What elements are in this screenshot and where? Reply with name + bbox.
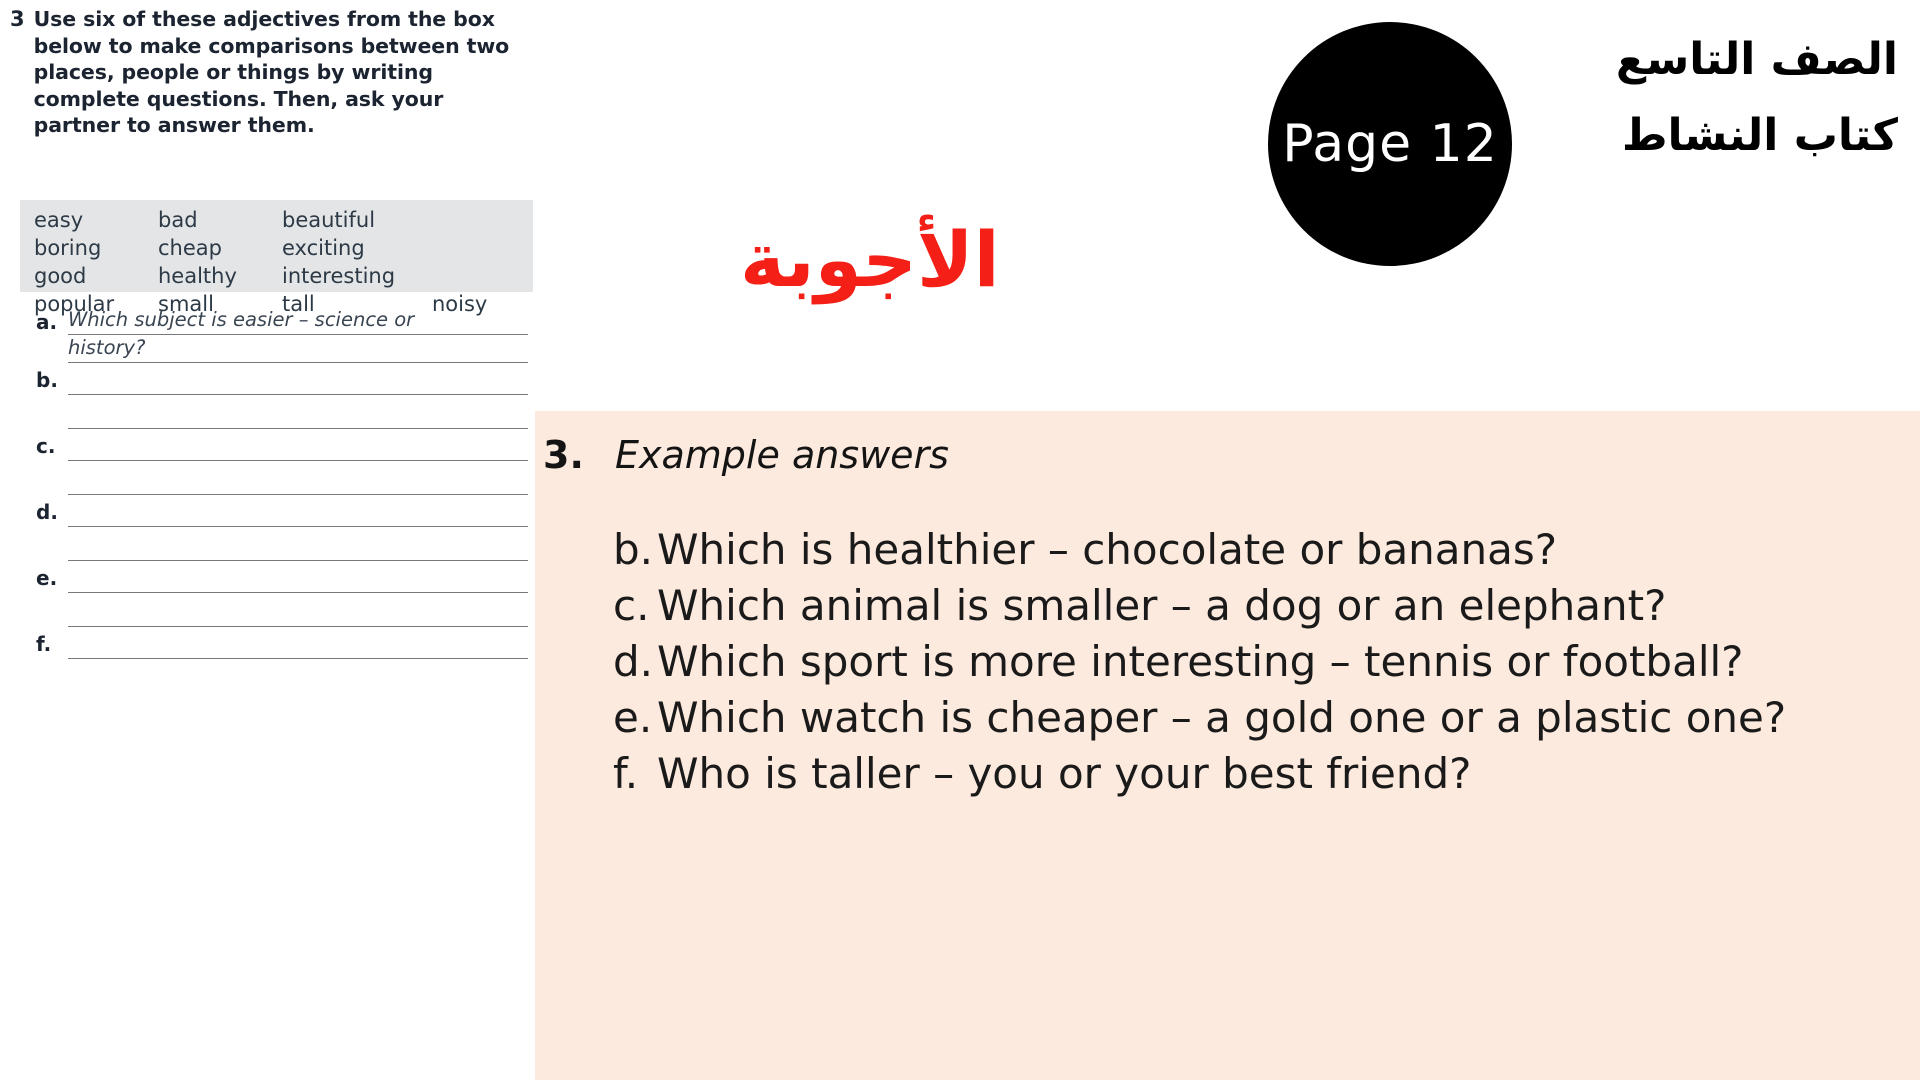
answer-panel-item-text: Which is healthier – chocolate or banana… xyxy=(657,525,1558,574)
answer-panel-item: c. Which animal is smaller – a dog or an… xyxy=(613,579,1913,633)
answer-handwriting-a-line1: Which subject is easier – science or xyxy=(68,308,415,331)
answer-panel-item: f. Who is taller – you or your best frie… xyxy=(613,747,1913,801)
answer-label: a. xyxy=(36,310,58,334)
answer-rule[interactable] xyxy=(68,362,528,363)
answer-label: d. xyxy=(36,500,58,524)
word-box-cell: beautiful xyxy=(282,208,376,232)
answer-label: b. xyxy=(36,368,58,392)
answer-panel-list: b. Which is healthier – chocolate or ban… xyxy=(613,523,1913,803)
word-box-cell: bad xyxy=(158,208,198,232)
answer-rule[interactable] xyxy=(68,626,528,627)
answer-panel-title: Example answers xyxy=(615,433,949,477)
answer-rule[interactable] xyxy=(68,592,528,593)
answer-panel-item: b. Which is healthier – chocolate or ban… xyxy=(613,523,1913,577)
word-box-cell: cheap xyxy=(158,236,222,260)
answer-rule[interactable] xyxy=(68,658,528,659)
answer-label: f. xyxy=(36,632,52,656)
page-badge-label: Page 12 xyxy=(1282,114,1498,174)
answer-panel-heading: 3. Example answers xyxy=(543,433,949,477)
answer-rule[interactable] xyxy=(68,334,528,335)
workbook-column: 3 Use six of these adjectives from the b… xyxy=(0,0,535,1080)
answer-panel-item-text: Who is taller – you or your best friend? xyxy=(657,749,1472,798)
grade-heading: الصف التاسع xyxy=(1615,34,1898,85)
answer-panel-item-label: c. xyxy=(613,581,650,630)
exercise-instructions: Use six of these adjectives from the box… xyxy=(33,7,510,137)
answer-panel-item-text: Which sport is more interesting – tennis… xyxy=(657,637,1744,686)
exercise-number: 3 xyxy=(10,7,25,31)
answer-rule[interactable] xyxy=(68,394,528,395)
worksheet-page: 3 Use six of these adjectives from the b… xyxy=(0,0,1920,1080)
answer-rule[interactable] xyxy=(68,460,528,461)
answer-panel-item-label: f. xyxy=(613,749,639,798)
word-box-cell: exciting xyxy=(282,236,365,260)
answer-panel-number: 3. xyxy=(543,433,584,477)
word-box-row: easy bad beautiful xyxy=(34,206,533,234)
answer-panel-item-label: e. xyxy=(613,693,653,742)
answer-rule[interactable] xyxy=(68,560,528,561)
word-box-cell: healthy xyxy=(158,264,237,288)
answer-panel-item-text: Which watch is cheaper – a gold one or a… xyxy=(657,693,1787,742)
word-box-cell: good xyxy=(34,264,87,288)
exercise-heading: 3 Use six of these adjectives from the b… xyxy=(8,6,533,139)
word-box-row: good healthy interesting xyxy=(34,262,533,290)
answer-panel-item-label: b. xyxy=(613,525,654,574)
answer-rule[interactable] xyxy=(68,428,528,429)
answers-title-arabic: الأجوبة xyxy=(740,215,1000,304)
word-box-cell: noisy xyxy=(432,292,488,316)
word-box-cell: easy xyxy=(34,208,84,232)
answer-panel: 3. Example answers b. Which is healthier… xyxy=(535,411,1920,1080)
answer-label: e. xyxy=(36,566,58,590)
answer-label: c. xyxy=(36,434,56,458)
word-box-cell: boring xyxy=(34,236,102,260)
word-box-row: boring cheap exciting xyxy=(34,234,533,262)
answer-handwriting-a-line2: history? xyxy=(68,336,146,359)
page-number-badge: Page 12 xyxy=(1268,22,1512,266)
answer-panel-item: d. Which sport is more interesting – ten… xyxy=(613,635,1913,689)
answer-panel-item: e. Which watch is cheaper – a gold one o… xyxy=(613,691,1913,745)
answer-rule[interactable] xyxy=(68,526,528,527)
book-heading: كتاب النشاط xyxy=(1621,110,1898,161)
answer-panel-item-text: Which animal is smaller – a dog or an el… xyxy=(657,581,1667,630)
answer-panel-item-label: d. xyxy=(613,637,654,686)
word-box-cell: interesting xyxy=(282,264,396,288)
adjectives-word-box: easy bad beautiful boring cheap exciting… xyxy=(20,200,533,316)
answer-rule[interactable] xyxy=(68,494,528,495)
